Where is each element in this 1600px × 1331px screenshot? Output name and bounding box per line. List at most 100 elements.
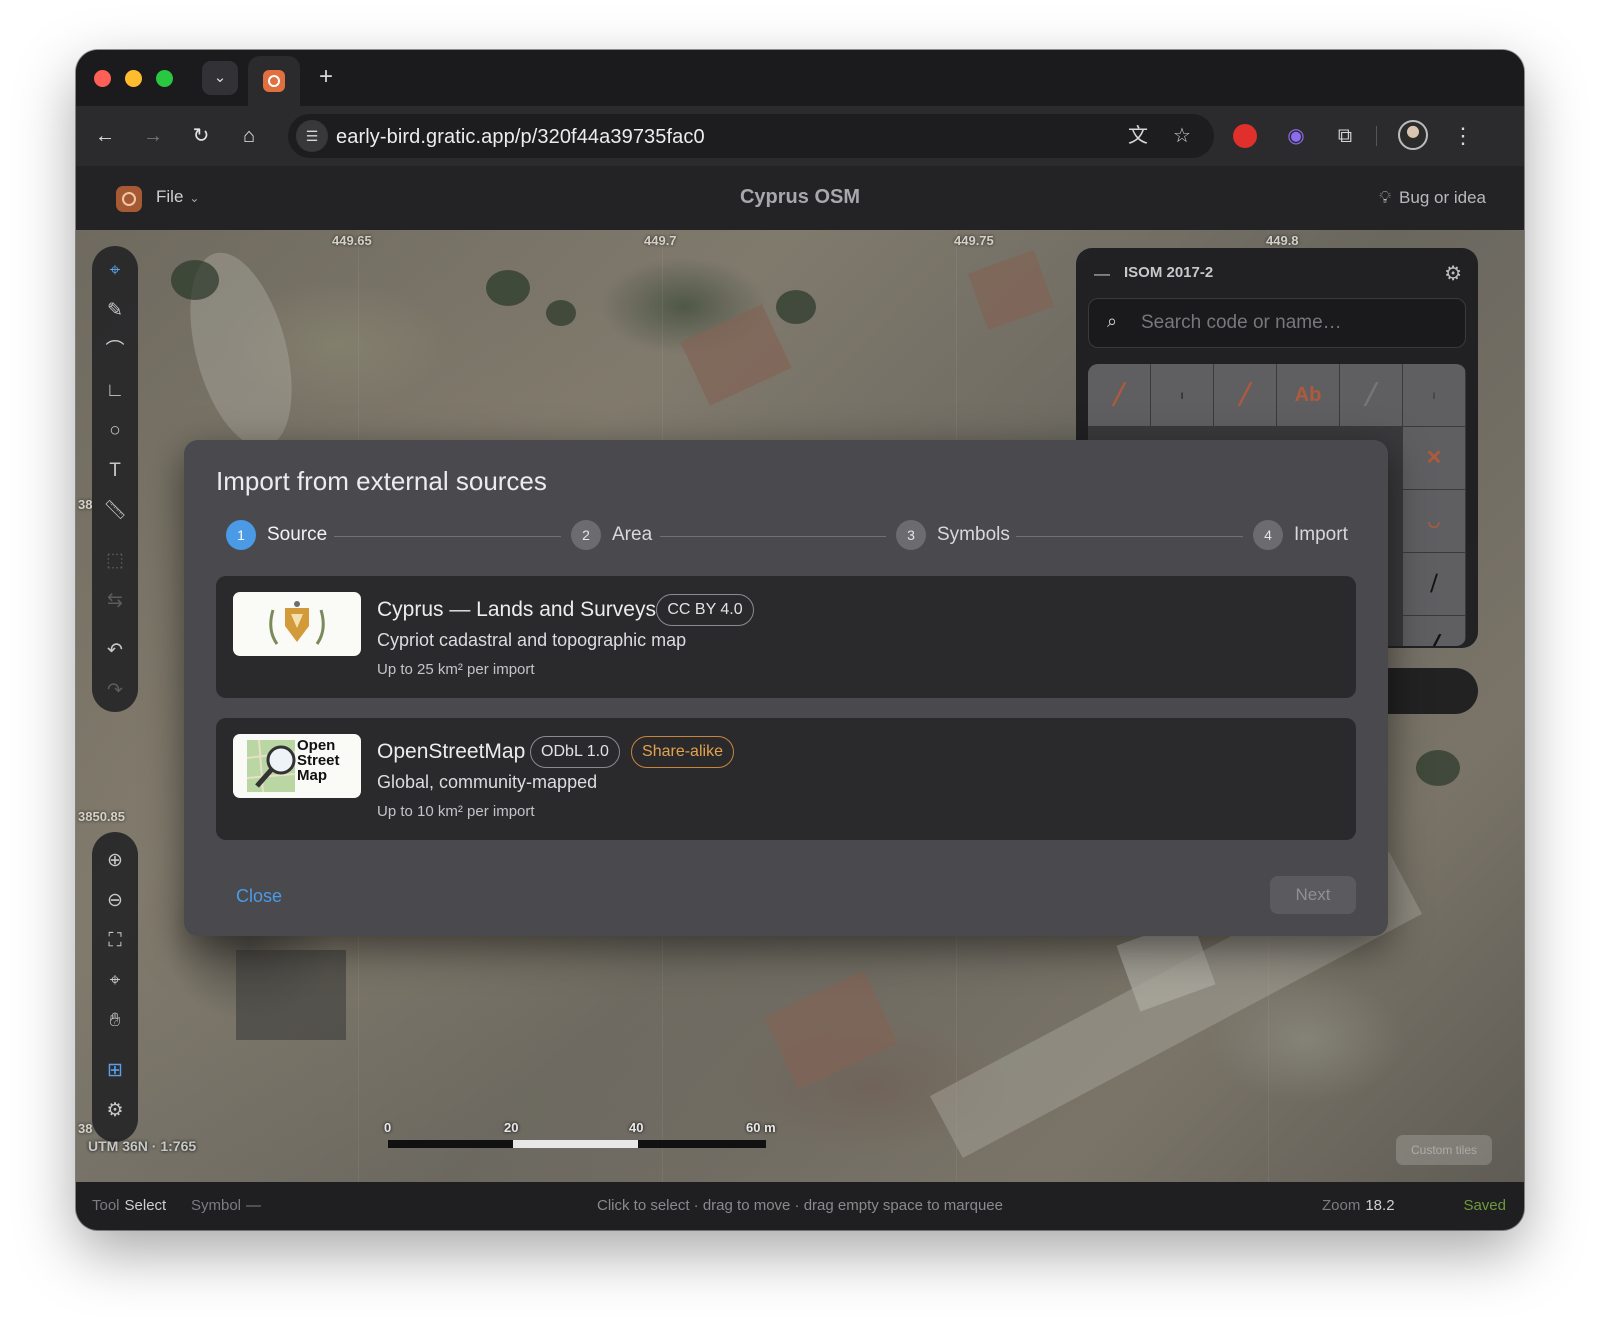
chevron-down-icon: ⌄ (213, 69, 227, 86)
symbol-settings-gear-icon[interactable]: ⚙ (1444, 261, 1462, 286)
home-button[interactable]: ⌂ (232, 119, 266, 153)
browser-toolbar: ← → ↻ ⌂ ☰ early-bird.gratic.app/p/320f44… (76, 106, 1524, 166)
home-icon: ⌂ (242, 125, 256, 147)
symbol-depression[interactable]: ◡ (1403, 490, 1465, 552)
symbol-cross-line[interactable]: ✕ (1403, 427, 1465, 489)
locate-icon[interactable]: ⌖ (100, 966, 130, 996)
tab-gratic[interactable] (248, 56, 300, 106)
new-tab-button[interactable]: + (310, 60, 342, 94)
zoom-in-icon[interactable]: ⊕ (100, 846, 130, 876)
app-header: File ⌄ Cyprus OSM 💡︎ Bug or idea (76, 166, 1524, 230)
bookmark-star-icon[interactable]: ☆ (1168, 123, 1196, 151)
lightbulb-icon: 💡︎ (1379, 188, 1392, 207)
osm-logo-text: Open Street Map (297, 737, 340, 784)
reload-icon: ↻ (192, 125, 210, 147)
coord-label: 449.75 (954, 233, 994, 248)
coord-label: 449.8 (1266, 233, 1299, 248)
angle-tool-icon[interactable]: ∟ (100, 376, 130, 406)
symbol-cliff[interactable]: ⧸ (1403, 553, 1465, 615)
text-tool-icon[interactable]: T (100, 456, 130, 486)
symbol-tick[interactable]: ı (1151, 364, 1213, 426)
scale-bar (388, 1140, 766, 1148)
ruler-tool-icon[interactable]: 📏︎ (100, 496, 130, 526)
symbol-line-grey[interactable]: ╱ (1340, 364, 1402, 426)
swap-tool-icon[interactable]: ⇆ (100, 586, 130, 616)
maximize-window-button[interactable] (156, 70, 173, 87)
browser-menu-button[interactable]: ⋮ (1448, 119, 1478, 153)
source-card-osm[interactable]: Open Street Map OpenStreetMap ODbL 1.0 S… (216, 718, 1356, 840)
site-settings-icon[interactable]: ☰ (296, 120, 328, 152)
translate-icon[interactable]: 文 (1124, 123, 1152, 151)
back-button[interactable]: ← (88, 119, 122, 153)
map-tree (486, 270, 530, 306)
source-card-cyprus[interactable]: Cyprus — Lands and Surveys CC BY 4.0 Cyp… (216, 576, 1356, 698)
scale-label: 0 (384, 1120, 392, 1135)
url-text[interactable]: early-bird.gratic.app/p/320f44a39735fac0 (336, 126, 705, 149)
map-building (967, 249, 1055, 331)
symbol-line-bold[interactable]: ╱ (1214, 364, 1276, 426)
redo-icon[interactable]: ↷ (100, 676, 130, 706)
symbol-panel-footer (1376, 668, 1478, 714)
curve-tool-icon[interactable]: ⌒ (100, 336, 130, 366)
stepper-connector (660, 536, 886, 537)
scale-label: 40 (629, 1120, 644, 1135)
symbol-text-ab[interactable]: Ab (1277, 364, 1339, 426)
status-zoom: Zoom 18.2 (1322, 1197, 1395, 1214)
symbol-line-thin[interactable]: ╱ (1088, 364, 1150, 426)
view-rail: ⊕ ⊖ ⛶ ⌖ ✋︎ ⊞ ⚙ (92, 832, 138, 1142)
address-bar[interactable]: ☰ early-bird.gratic.app/p/320f44a39735fa… (288, 114, 1214, 158)
tab-search-button[interactable]: ⌄ (202, 61, 238, 95)
custom-tiles-button[interactable]: Custom tiles (1396, 1135, 1492, 1165)
pen-tool-icon[interactable]: ✎ (100, 296, 130, 326)
tool-rail: ⌖ ✎ ⌒ ∟ ○ T 📏︎ ⬚ ⇆ ↶ ↷ (92, 246, 138, 712)
collapse-panel-icon[interactable]: — (1094, 266, 1110, 284)
symbol-search-input[interactable] (1141, 309, 1451, 337)
select-tool-icon[interactable]: ⌖ (100, 256, 130, 286)
cyprus-coat-of-arms-icon (233, 592, 361, 656)
map-building (236, 950, 346, 1040)
pan-hand-icon[interactable]: ✋︎ (100, 1006, 130, 1036)
scale-label: 20 (504, 1120, 519, 1135)
toolbar-divider (1376, 126, 1377, 146)
close-window-button[interactable] (94, 70, 111, 87)
gratic-favicon-icon (263, 70, 285, 92)
extensions-puzzle-icon[interactable]: ⧉ (1326, 117, 1364, 155)
minimize-window-button[interactable] (125, 70, 142, 87)
profile-avatar[interactable] (1398, 120, 1428, 150)
coord-label: 38 (78, 497, 93, 512)
source-description: Cypriot cadastral and topographic map (377, 630, 687, 650)
reload-button[interactable]: ↻ (184, 119, 218, 153)
source-description: Global, community-mapped (377, 772, 598, 792)
audio-extension-icon[interactable]: ◉ (1277, 117, 1315, 155)
import-dialog: Import from external sources 1 Source 2 … (184, 440, 1388, 936)
source-limit: Up to 10 km² per import (377, 803, 535, 820)
next-button[interactable]: Next (1270, 876, 1356, 914)
feedback-link[interactable]: 💡︎ Bug or idea (1379, 188, 1486, 208)
search-icon: ⌕ (1107, 311, 1118, 331)
more-vertical-icon: ⋮ (1452, 123, 1474, 148)
circle-tool-icon[interactable]: ○ (100, 416, 130, 446)
source-name: Cyprus — Lands and Surveys (377, 598, 656, 621)
shield-extension-icon[interactable] (1226, 117, 1264, 155)
dialog-title: Import from external sources (216, 466, 547, 496)
arrow-left-icon: ← (95, 125, 115, 147)
close-button[interactable]: Close (236, 886, 282, 907)
map-building (680, 304, 792, 406)
marquee-tool-icon[interactable]: ⬚ (100, 546, 130, 576)
map-building (764, 970, 898, 1090)
symbol-search: ⌕ (1088, 298, 1466, 348)
symbol-tick-small[interactable]: ı (1403, 364, 1465, 426)
grid-toggle-icon[interactable]: ⊞ (100, 1056, 130, 1086)
map-tree (546, 300, 576, 326)
source-name: OpenStreetMap (377, 740, 526, 763)
undo-icon[interactable]: ↶ (100, 636, 130, 666)
symbol-line-black[interactable]: ╱ (1403, 616, 1465, 646)
zoom-out-icon[interactable]: ⊖ (100, 886, 130, 916)
feedback-label: Bug or idea (1399, 188, 1486, 207)
forward-button[interactable]: → (136, 119, 170, 153)
status-bar: Tool Select Symbol — Click to select · dra… (76, 1182, 1524, 1230)
coord-label: 3850.85 (78, 809, 125, 824)
fit-extent-icon[interactable]: ⛶ (100, 926, 130, 956)
stepper-connector (334, 536, 561, 537)
settings-gear-icon[interactable]: ⚙ (100, 1096, 130, 1126)
